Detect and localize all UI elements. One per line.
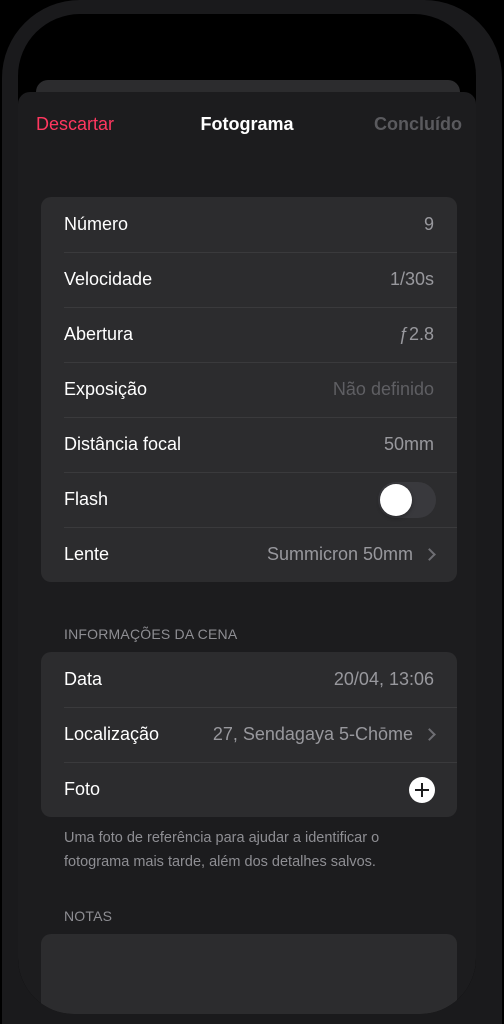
location-row[interactable]: Localização 27, Sendagaya 5-Chōme (41, 707, 457, 762)
done-button[interactable]: Concluído (374, 114, 462, 135)
lens-row[interactable]: Lente Summicron 50mm (41, 527, 457, 582)
shutter-speed-value: 1/30s (389, 269, 434, 289)
screen: Descartar Fotograma Concluído Número 9 V… (18, 14, 476, 1014)
aperture-row[interactable]: Abertura ƒ2.8 (41, 307, 457, 362)
lens-label: Lente (64, 544, 110, 564)
number-row[interactable]: Número 9 (41, 197, 457, 252)
date-row[interactable]: Data 20/04, 13:06 (41, 652, 457, 707)
date-label: Data (64, 669, 103, 689)
frame-edit-sheet: Descartar Fotograma Concluído Número 9 V… (18, 92, 476, 1014)
notes-text-area[interactable] (41, 934, 457, 1014)
number-label: Número (64, 214, 129, 234)
flash-row: Flash (41, 472, 457, 527)
lens-value: Summicron 50mm (266, 544, 413, 564)
photo-label: Foto (64, 779, 101, 799)
location-label: Localização (64, 724, 160, 744)
number-value: 9 (423, 214, 434, 234)
location-value: 27, Sendagaya 5-Chōme (212, 724, 413, 744)
frame-details-group: Número 9 Velocidade 1/30s Abertura ƒ2.8 … (41, 197, 457, 582)
chevron-right-icon (423, 548, 436, 561)
flash-label: Flash (64, 489, 109, 509)
flash-toggle[interactable] (378, 481, 436, 518)
date-value: 20/04, 13:06 (333, 669, 434, 689)
navigation-bar: Descartar Fotograma Concluído (18, 92, 476, 158)
scene-info-group: Data 20/04, 13:06 Localização 27, Sendag… (41, 652, 457, 817)
shutter-speed-label: Velocidade (64, 269, 153, 289)
exposure-label: Exposição (64, 379, 148, 399)
notes-section-header: NOTAS (64, 908, 113, 924)
toggle-knob (380, 483, 412, 516)
aperture-value: ƒ2.8 (398, 324, 434, 344)
chevron-right-icon (423, 728, 436, 741)
focal-length-row[interactable]: Distância focal 50mm (41, 417, 457, 472)
focal-length-label: Distância focal (64, 434, 182, 454)
exposure-row[interactable]: Exposição Não definido (41, 362, 457, 417)
scene-section-header: INFORMAÇÕES DA CENA (64, 626, 238, 642)
photo-row: Foto (41, 762, 457, 817)
photo-footer-note: Uma foto de referência para ajudar a ide… (64, 830, 380, 870)
exposure-value: Não definido (332, 379, 434, 399)
focal-length-value: 50mm (383, 434, 434, 454)
add-circle-icon[interactable] (409, 776, 435, 803)
shutter-speed-row[interactable]: Velocidade 1/30s (41, 252, 457, 307)
aperture-label: Abertura (64, 324, 134, 344)
device-frame: Descartar Fotograma Concluído Número 9 V… (0, 0, 504, 1024)
